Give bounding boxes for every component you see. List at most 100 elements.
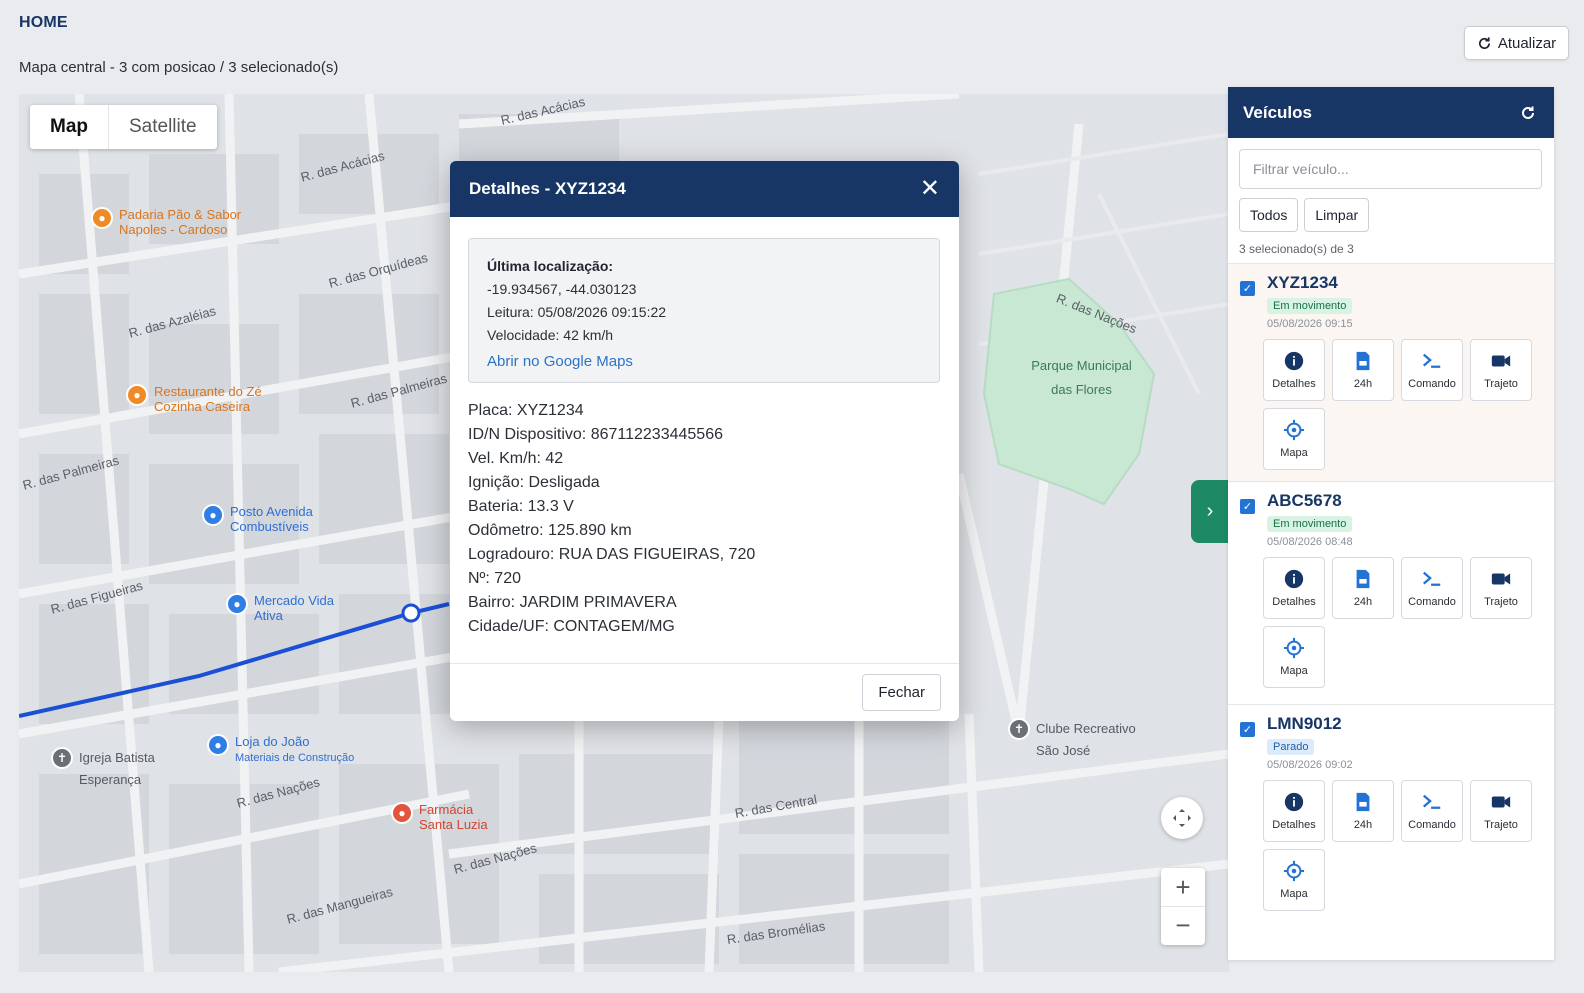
crosshair-icon <box>1283 637 1305 659</box>
modal-title: Detalhes - XYZ1234 <box>469 179 626 198</box>
details-modal: Detalhes - XYZ1234 ✕ Última localização:… <box>450 161 959 721</box>
poi-clube[interactable]: ✝ Clube Recreativo São José <box>1008 718 1136 762</box>
poi-name: Igreja Batista <box>79 750 155 765</box>
recenter-button[interactable] <box>1161 797 1203 839</box>
poi-name: Loja do João <box>235 734 310 749</box>
refresh-label: Atualizar <box>1497 34 1557 52</box>
report-24h-button[interactable]: 24h <box>1332 557 1394 619</box>
zoom-control: + − <box>1161 868 1205 945</box>
poi-sub: Esperança <box>79 772 142 787</box>
detail-ignition: Ignição: Desligada <box>468 474 600 491</box>
info-icon <box>1284 351 1304 371</box>
vehicle-filter-input[interactable]: Filtrar veículo... <box>1239 149 1542 189</box>
command-button[interactable]: Comando <box>1401 557 1463 619</box>
zoom-out-button[interactable]: − <box>1161 907 1205 945</box>
status-badge: Em movimento <box>1267 298 1353 314</box>
map-type-map[interactable]: Map <box>30 105 109 149</box>
modal-header: Detalhes - XYZ1234 ✕ <box>450 161 959 217</box>
poi-mercado[interactable]: ● Mercado Vida Ativa <box>226 593 334 623</box>
clear-selection-button[interactable]: Limpar <box>1304 198 1370 232</box>
action-label: 24h <box>1353 819 1373 831</box>
status-badge: Em movimento <box>1267 516 1353 532</box>
breadcrumb-home[interactable]: HOME <box>19 14 68 32</box>
poi-name: Farmácia <box>419 802 474 817</box>
shopping-icon: ● <box>202 504 224 526</box>
poi-restaurante[interactable]: ● Restaurante do Zé Cozinha Caseira <box>126 384 262 414</box>
shopping-icon: ● <box>226 593 248 615</box>
detail-device-id: ID/N Dispositivo: 867112233445566 <box>468 426 723 443</box>
location-label: Última localização: <box>487 258 614 274</box>
poi-sub: Materiais de Construção <box>235 752 355 764</box>
details-button[interactable]: Detalhes <box>1263 557 1325 619</box>
action-label: Trajeto <box>1484 596 1518 608</box>
refresh-icon[interactable] <box>1520 105 1536 121</box>
select-all-button[interactable]: Todos <box>1239 198 1299 232</box>
poi-sub: Napoles - Cardoso <box>119 222 228 237</box>
vehicle-checkbox[interactable]: ✓ <box>1240 499 1255 514</box>
poi-sub: Combustíveis <box>230 519 309 534</box>
refresh-button[interactable]: Atualizar <box>1464 26 1569 60</box>
panel-title: Veículos <box>1243 102 1312 122</box>
church-icon: ✝ <box>51 747 73 769</box>
status-badge: Parado <box>1267 739 1315 755</box>
poi-padaria[interactable]: ● Padaria Pão & Sabor Napoles - Cardoso <box>91 207 241 237</box>
details-button[interactable]: Detalhes <box>1263 339 1325 401</box>
terminal-icon <box>1423 571 1441 586</box>
detail-city: Cidade/UF: CONTAGEM/MG <box>468 618 675 635</box>
close-button[interactable]: Fechar <box>862 674 941 711</box>
google-maps-link[interactable]: Abrir no Google Maps <box>487 350 633 373</box>
action-label: Detalhes <box>1272 378 1316 390</box>
route-button[interactable]: Trajeto <box>1470 339 1532 401</box>
chevron-right-icon: › <box>1206 500 1214 522</box>
crosshair-icon <box>1283 860 1305 882</box>
poi-igreja[interactable]: ✝ Igreja Batista Esperança <box>51 747 155 791</box>
terminal-icon <box>1423 353 1441 368</box>
report-24h-button[interactable]: 24h <box>1332 780 1394 842</box>
vehicle-item[interactable]: ✓ XYZ1234 Em movimento 05/08/2026 09:15 … <box>1228 263 1554 481</box>
poi-loja[interactable]: ● Loja do João Materiais de Construção <box>207 734 354 766</box>
poi-posto[interactable]: ● Posto Avenida Combustíveis <box>202 504 313 534</box>
poi-sub: Cozinha Caseira <box>154 399 251 414</box>
close-icon[interactable]: ✕ <box>920 177 940 201</box>
poi-name: Clube Recreativo <box>1036 721 1136 736</box>
detail-battery: Bateria: 13.3 V <box>468 498 574 515</box>
route-button[interactable]: Trajeto <box>1470 780 1532 842</box>
detail-street: Logradouro: RUA DAS FIGUEIRAS, 720 <box>468 546 756 563</box>
action-label: Detalhes <box>1272 819 1316 831</box>
locate-on-map-button[interactable]: Mapa <box>1263 408 1325 470</box>
report-24h-button[interactable]: 24h <box>1332 339 1394 401</box>
route-button[interactable]: Trajeto <box>1470 557 1532 619</box>
terminal-icon <box>1423 794 1441 809</box>
poi-sub: Ativa <box>254 608 283 623</box>
vehicle-checkbox[interactable]: ✓ <box>1240 281 1255 296</box>
park-label: Parque Municipal das Flores <box>1031 358 1132 397</box>
vehicle-item[interactable]: ✓ LMN9012 Parado 05/08/2026 09:02 Detalh… <box>1228 704 1554 926</box>
crosshair-icon <box>1283 419 1305 441</box>
action-label: Mapa <box>1280 447 1308 459</box>
vehicle-plate: LMN9012 <box>1267 714 1342 733</box>
action-label: 24h <box>1353 596 1373 608</box>
vehicle-plate: XYZ1234 <box>1267 273 1338 292</box>
zoom-in-button[interactable]: + <box>1161 869 1205 907</box>
locate-on-map-button[interactable]: Mapa <box>1263 626 1325 688</box>
location-reading: Leitura: 05/08/2026 09:15:22 <box>487 304 667 320</box>
vehicle-timestamp: 05/08/2026 09:02 <box>1267 759 1353 771</box>
command-button[interactable]: Comando <box>1401 780 1463 842</box>
store-icon: ● <box>207 734 229 756</box>
vehicle-item[interactable]: ✓ ABC5678 Em movimento 05/08/2026 08:48 … <box>1228 481 1554 704</box>
vehicle-timestamp: 05/08/2026 08:48 <box>1267 536 1353 548</box>
action-label: Detalhes <box>1272 596 1316 608</box>
details-button[interactable]: Detalhes <box>1263 780 1325 842</box>
command-button[interactable]: Comando <box>1401 339 1463 401</box>
vehicle-checkbox[interactable]: ✓ <box>1240 722 1255 737</box>
detail-speed: Vel. Km/h: 42 <box>468 450 564 467</box>
locate-on-map-button[interactable]: Mapa <box>1263 849 1325 911</box>
detail-odometer: Odômetro: 125.890 km <box>468 522 632 539</box>
poi-farmacia[interactable]: ● Farmácia Santa Luzia <box>391 802 488 832</box>
location-speed: Velocidade: 42 km/h <box>487 327 614 343</box>
refresh-icon <box>1478 36 1490 49</box>
map-type-satellite[interactable]: Satellite <box>109 105 217 149</box>
panel-toggle-button[interactable]: › <box>1191 480 1229 543</box>
restaurant-icon: ● <box>91 207 113 229</box>
detail-number: Nº: 720 <box>468 570 521 587</box>
